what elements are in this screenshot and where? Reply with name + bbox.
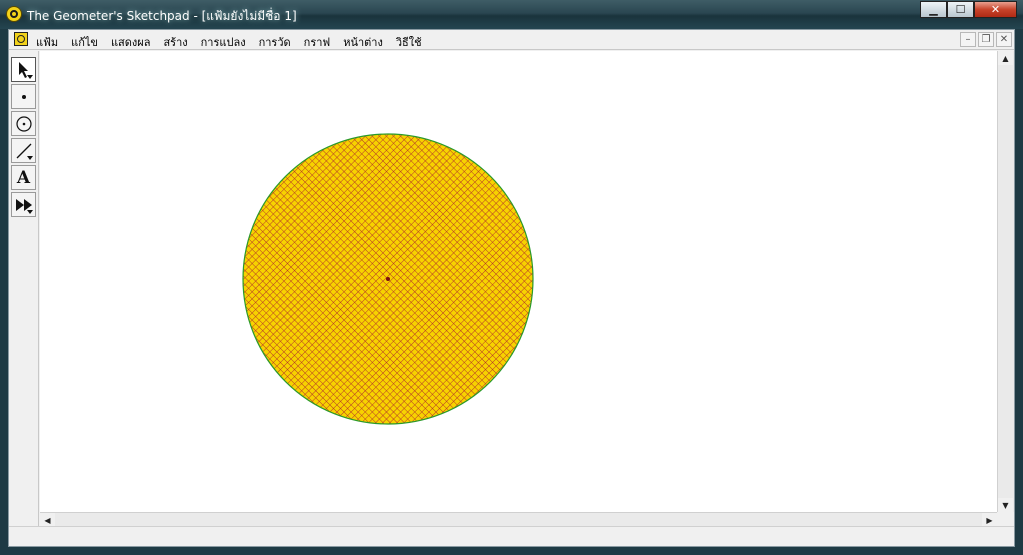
minimize-button[interactable]: ▁ — [920, 1, 947, 18]
text-tool[interactable]: A — [11, 165, 36, 190]
scroll-right-button[interactable]: ▶ — [982, 513, 997, 527]
horizontal-scrollbar[interactable]: ◀ ▶ — [40, 512, 997, 527]
menu-measure[interactable]: การวัด — [259, 33, 291, 51]
compass-icon — [15, 115, 32, 132]
scroll-left-button[interactable]: ◀ — [40, 513, 55, 527]
toolbox: A — [9, 51, 39, 526]
straightedge-tool[interactable] — [11, 138, 36, 163]
doc-restore-button[interactable]: ❐ — [978, 32, 994, 47]
maximize-button[interactable]: ☐ — [947, 1, 974, 18]
point-tool[interactable] — [11, 84, 36, 109]
window-title: The Geometer's Sketchpad - [แฟ้มยังไม่มี… — [27, 9, 297, 23]
status-bar — [9, 526, 1014, 546]
point-icon — [21, 94, 26, 99]
custom-tool[interactable] — [11, 192, 36, 217]
menu-transform[interactable]: การแปลง — [201, 33, 246, 51]
arrow-tool[interactable] — [11, 57, 36, 82]
vertical-scrollbar[interactable]: ▲ ▼ — [997, 51, 1014, 512]
doc-close-button[interactable]: ✕ — [996, 32, 1012, 47]
menu-construct[interactable]: สร้าง — [163, 33, 187, 51]
menu-window[interactable]: หน้าต่าง — [343, 33, 383, 51]
menu-bar: แฟ้ม แก้ไข แสดงผล สร้าง การแปลง การวัด ก… — [9, 30, 1014, 50]
scroll-up-button[interactable]: ▲ — [998, 51, 1013, 65]
app-frame: แฟ้ม แก้ไข แสดงผล สร้าง การแปลง การวัด ก… — [8, 29, 1015, 547]
menu-file[interactable]: แฟ้ม — [36, 33, 58, 51]
sketch-drawing — [242, 133, 534, 425]
title-bar[interactable]: The Geometer's Sketchpad - [แฟ้มยังไม่มี… — [0, 0, 1023, 29]
circle-center-point[interactable] — [386, 277, 390, 281]
sketch-canvas[interactable] — [40, 51, 997, 512]
scrollbar-corner — [997, 512, 1014, 526]
menu-display[interactable]: แสดงผล — [111, 33, 151, 51]
close-button[interactable]: ✕ — [974, 1, 1017, 18]
document-icon[interactable] — [14, 32, 28, 46]
doc-minimize-button[interactable]: – — [960, 32, 976, 47]
menu-graph[interactable]: กราฟ — [304, 33, 331, 51]
caption-buttons: ▁ ☐ ✕ — [920, 1, 1017, 19]
menu-help[interactable]: วิธีใช้ — [396, 33, 422, 51]
compass-tool[interactable] — [11, 111, 36, 136]
text-icon: A — [16, 167, 31, 188]
app-icon[interactable] — [6, 6, 22, 22]
menu-edit[interactable]: แก้ไข — [71, 33, 98, 51]
scroll-down-button[interactable]: ▼ — [998, 498, 1013, 512]
